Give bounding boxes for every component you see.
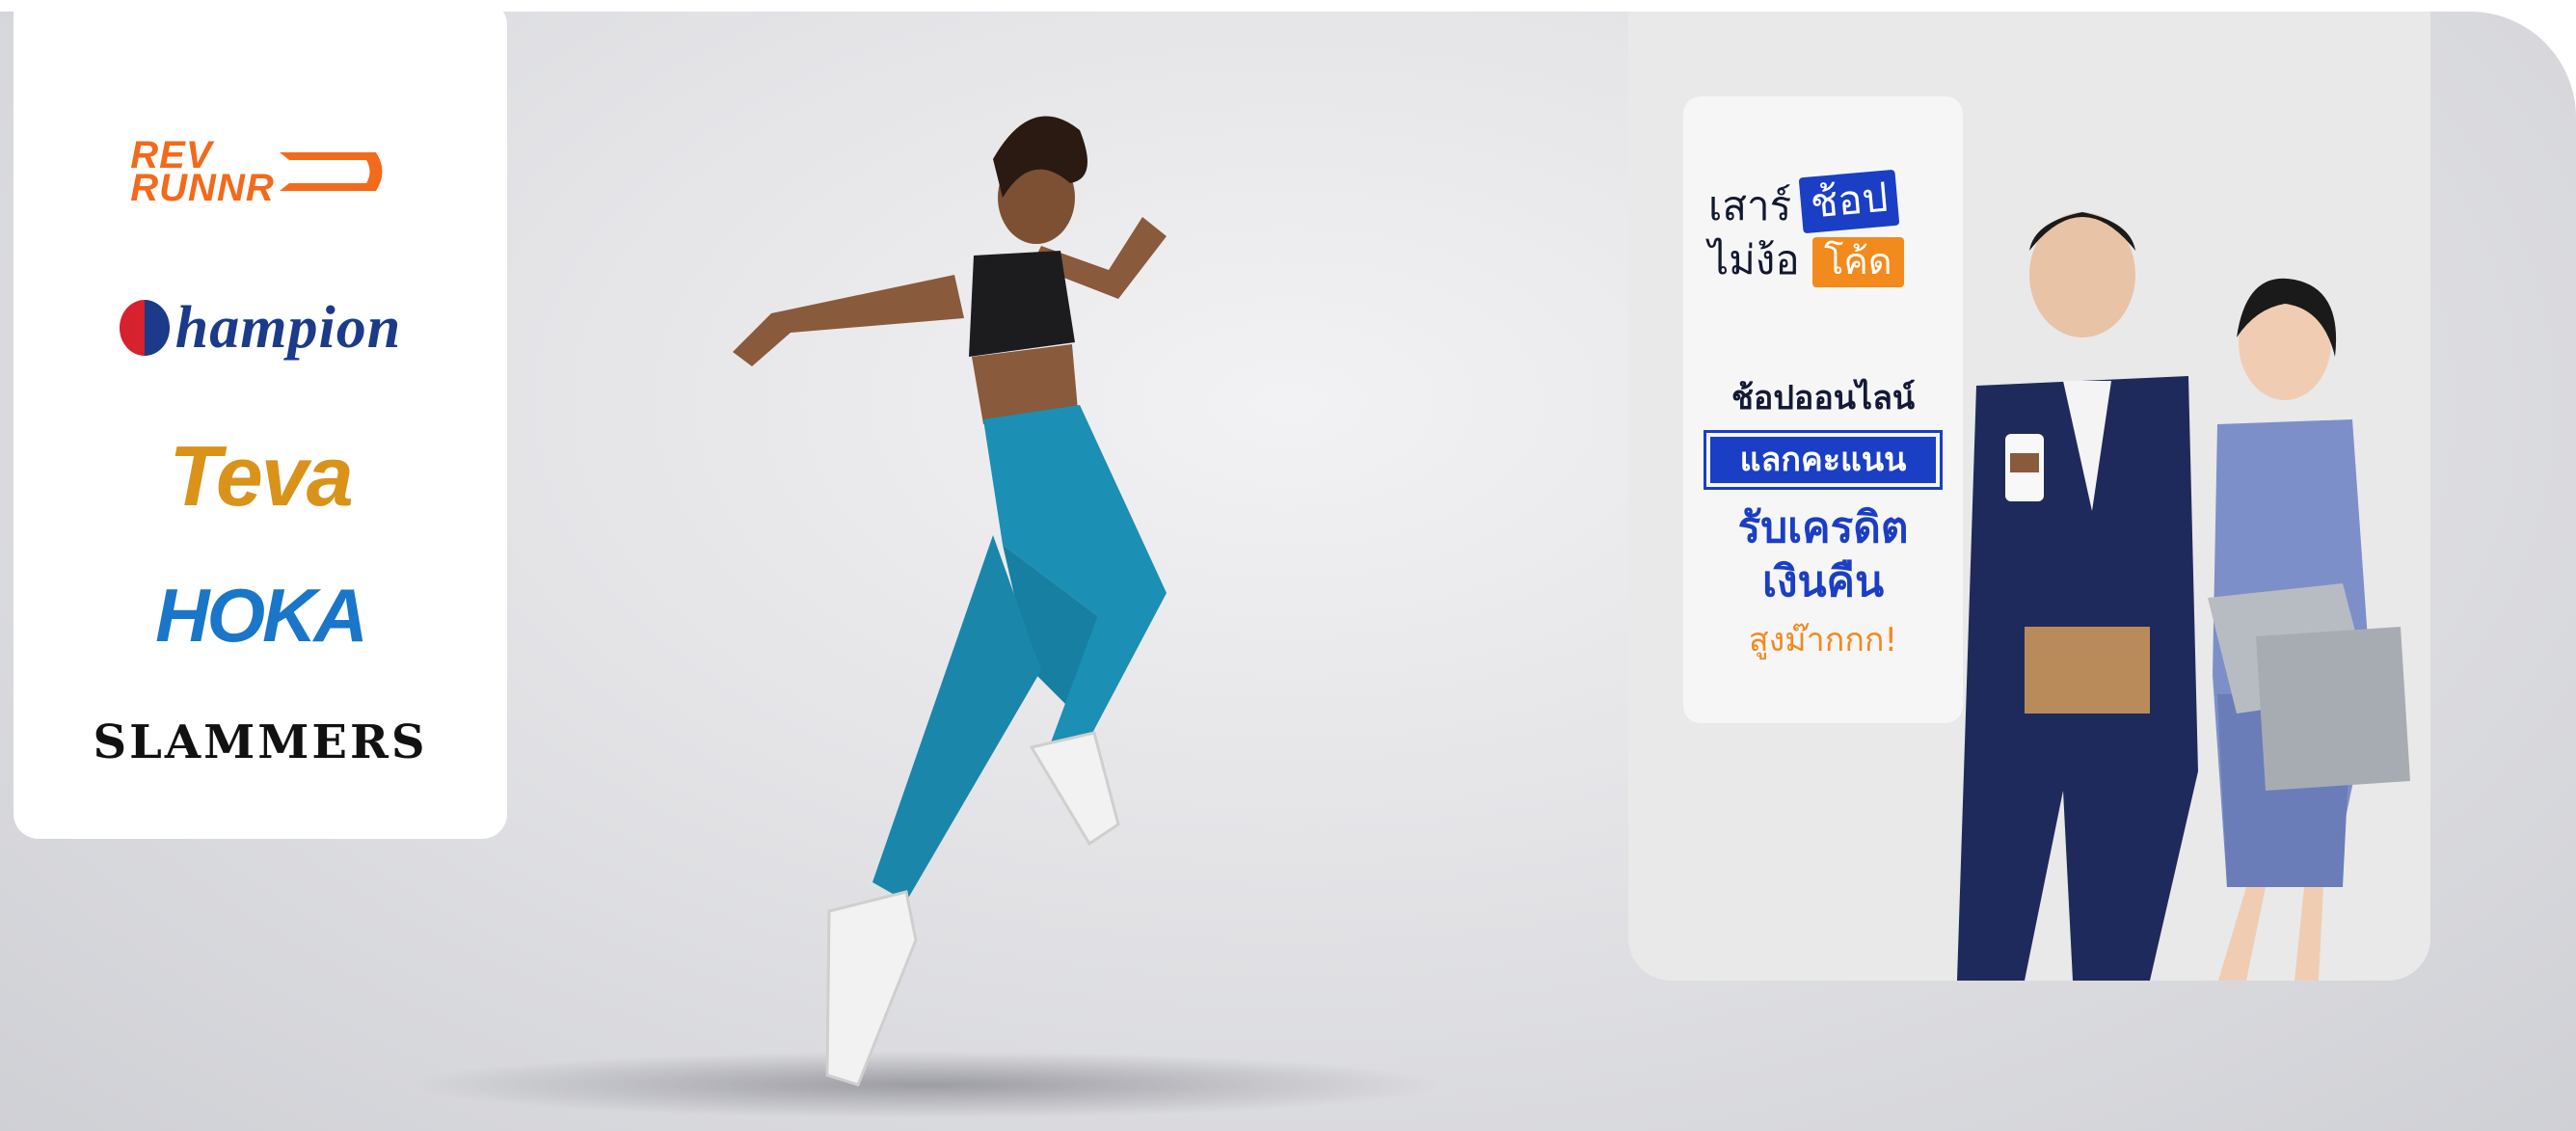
hoka-logo[interactable]: HOKA xyxy=(13,573,507,658)
teva-logo[interactable]: Teva xyxy=(13,428,507,524)
rev-runnr-wordmark: REV RUNNR xyxy=(130,136,275,209)
champion-wordmark: hampion xyxy=(174,294,402,361)
slogan-line1-prefix: เสาร์ xyxy=(1708,182,1792,229)
teva-wordmark: Teva xyxy=(169,428,353,524)
shop-tag-badge: ช้อป xyxy=(1798,169,1900,234)
hoka-wordmark: HOKA xyxy=(155,572,368,658)
promo-line-redeem-points: แลกคะแนน xyxy=(1710,437,1936,483)
promo-line-shop-online: ช้อปออนไลน์ xyxy=(1731,379,1916,417)
redeem-points-box: แลกคะแนน xyxy=(1704,430,1943,490)
runnr-word: RUNNR xyxy=(130,167,275,209)
code-tag-badge: โค้ด xyxy=(1812,237,1904,287)
rev-runnr-logo[interactable]: REV RUNNR xyxy=(13,133,507,210)
slogan-logo: เสาร์ ช้อป ไม่ง้อ โค้ด xyxy=(1708,169,1940,309)
slammers-logo[interactable]: SLAMMERS xyxy=(13,709,507,776)
promo-line-cash-back: เงินคืน xyxy=(1761,557,1885,606)
slammers-wordmark: SLAMMERS xyxy=(93,715,428,769)
rev-runnr-stripes-icon xyxy=(279,152,383,191)
brand-logos-card: REV RUNNR hampion Teva HOKA SLAMMERS xyxy=(13,0,507,839)
champion-c-icon xyxy=(119,300,170,356)
slogan-line2-prefix: ไม่ง้อ xyxy=(1708,236,1800,283)
promo-banner[interactable]: REV RUNNR hampion Teva HOKA SLAMMERS เสา… xyxy=(0,0,2576,1131)
champion-logo[interactable]: hampion xyxy=(13,284,507,371)
promo-line-credit: รับเครดิต xyxy=(1737,503,1909,552)
promo-line-cashback: รับเครดิต เงินคืน xyxy=(1683,501,1963,609)
runner-image xyxy=(733,116,1167,1087)
promo-line-very-high: สูงม๊ากกก! xyxy=(1748,621,1898,660)
